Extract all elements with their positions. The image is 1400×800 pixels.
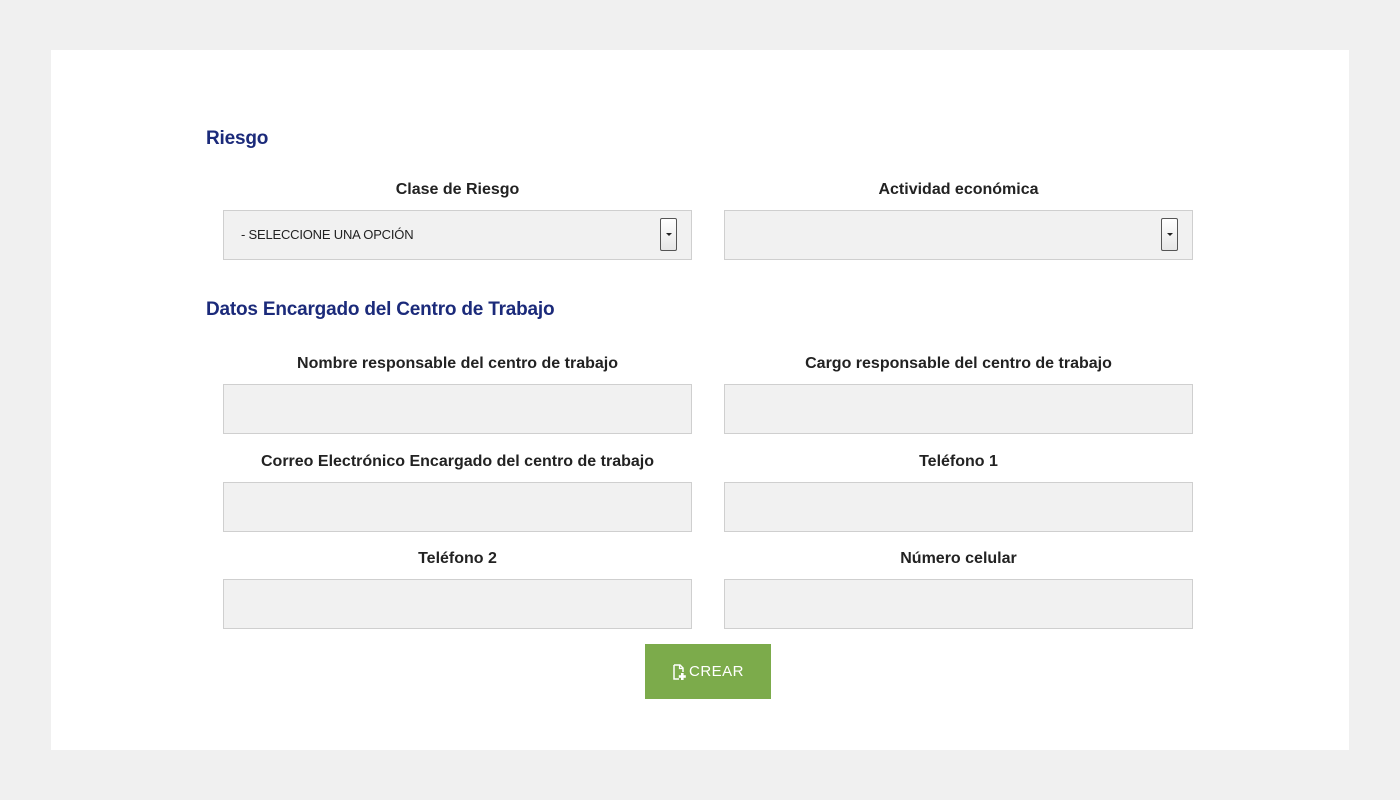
section-title-encargado: Datos Encargado del Centro de Trabajo — [206, 299, 555, 320]
actividad-economica-dropdown-button[interactable] — [1161, 218, 1178, 251]
field-nombre-responsable: Nombre responsable del centro de trabajo — [223, 353, 692, 434]
clase-riesgo-dropdown-button[interactable] — [660, 218, 677, 251]
correo-encargado-label: Correo Electrónico Encargado del centro … — [261, 453, 654, 470]
chevron-down-icon — [1166, 233, 1173, 236]
correo-encargado-box — [223, 482, 692, 532]
nombre-responsable-input[interactable] — [224, 385, 691, 433]
field-actividad-economica: Actividad económica — [724, 179, 1193, 260]
nombre-responsable-box — [223, 384, 692, 434]
correo-encargado-input[interactable] — [224, 483, 691, 531]
field-telefono-1: Teléfono 1 — [724, 451, 1193, 532]
cargo-responsable-box — [724, 384, 1193, 434]
telefono-2-label: Teléfono 2 — [418, 550, 497, 567]
form-card: Riesgo Clase de Riesgo - SELECCIONE UNA … — [51, 50, 1349, 750]
numero-celular-input[interactable] — [725, 580, 1192, 628]
clase-riesgo-selected-value: - SELECCIONE UNA OPCIÓN — [241, 227, 414, 242]
clase-riesgo-label: Clase de Riesgo — [395, 181, 520, 198]
numero-celular-box — [724, 579, 1193, 629]
crear-button[interactable]: CREAR — [645, 644, 771, 699]
actividad-economica-label: Actividad económica — [878, 181, 1039, 198]
telefono-1-input[interactable] — [725, 483, 1192, 531]
field-correo-encargado: Correo Electrónico Encargado del centro … — [223, 451, 692, 532]
field-numero-celular: Número celular — [724, 548, 1193, 629]
telefono-2-box — [223, 579, 692, 629]
nombre-responsable-label: Nombre responsable del centro de trabajo — [297, 355, 618, 372]
field-cargo-responsable: Cargo responsable del centro de trabajo — [724, 353, 1193, 434]
file-plus-icon — [672, 663, 687, 680]
telefono-1-box — [724, 482, 1193, 532]
actividad-economica-select[interactable] — [724, 210, 1193, 260]
telefono-2-input[interactable] — [224, 580, 691, 628]
numero-celular-label: Número celular — [900, 550, 1017, 567]
field-telefono-2: Teléfono 2 — [223, 548, 692, 629]
field-clase-riesgo: Clase de Riesgo - SELECCIONE UNA OPCIÓN — [223, 179, 692, 260]
section-title-riesgo: Riesgo — [206, 128, 269, 149]
chevron-down-icon — [665, 233, 672, 236]
cargo-responsable-label: Cargo responsable del centro de trabajo — [805, 355, 1112, 372]
cargo-responsable-input[interactable] — [725, 385, 1192, 433]
clase-riesgo-select[interactable]: - SELECCIONE UNA OPCIÓN — [223, 210, 692, 260]
telefono-1-label: Teléfono 1 — [919, 453, 998, 470]
crear-button-label: CREAR — [688, 663, 744, 680]
